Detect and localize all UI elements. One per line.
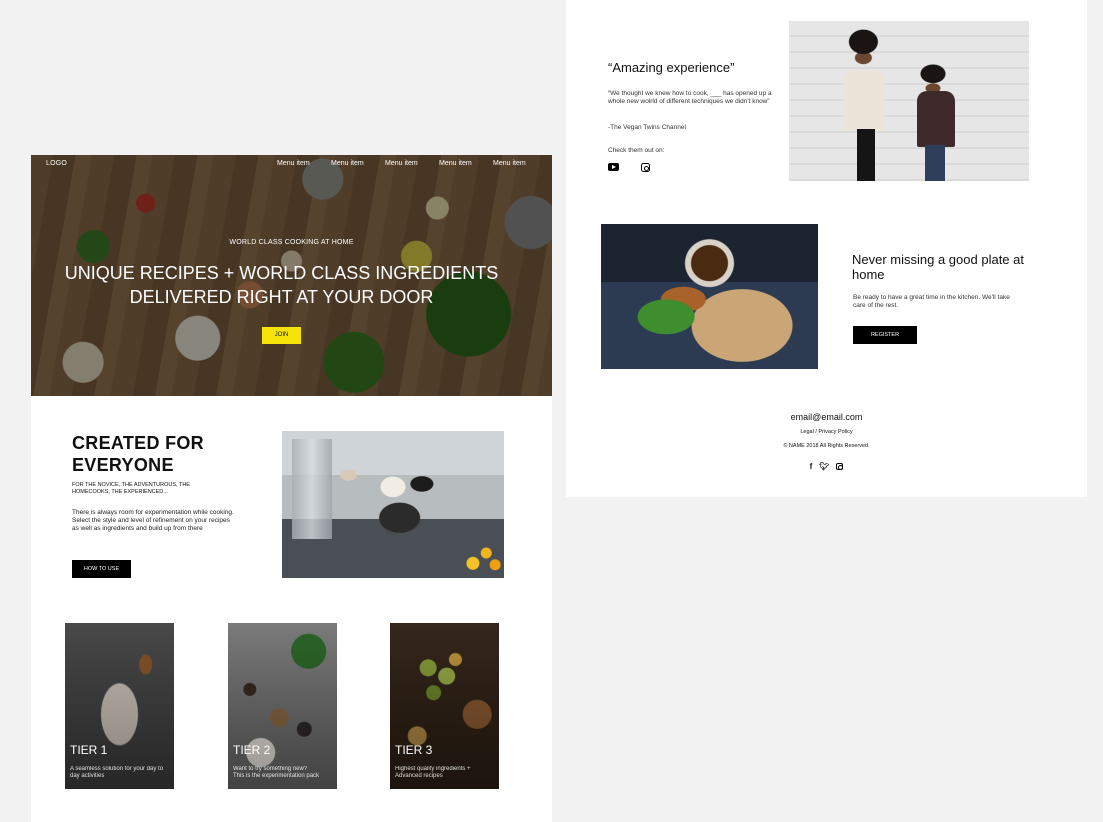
how-to-use-button[interactable]: HOW TO USE bbox=[72, 560, 131, 578]
twitter-icon[interactable]: 🐦︎ bbox=[819, 462, 829, 471]
footer-socials: f 🐦︎ bbox=[566, 462, 1087, 471]
created-title-line1: CREATED FOR bbox=[72, 433, 204, 453]
main-nav: Menu item Menu item Menu item Menu item … bbox=[277, 160, 547, 167]
tier-card-2[interactable]: TIER 2 Want to try something new? This i… bbox=[228, 623, 337, 789]
created-body: There is always room for experimentation… bbox=[72, 509, 234, 532]
instagram-icon[interactable] bbox=[836, 463, 844, 470]
legal-privacy-link[interactable]: Legal / Privacy Policy bbox=[566, 429, 1087, 435]
copyright: © NAME 2018 All Rights Reserved. bbox=[783, 443, 870, 449]
created-title-line2: EVERYONE bbox=[72, 455, 174, 475]
tier-description-line2: day activities bbox=[70, 773, 105, 779]
tier-title: TIER 1 bbox=[70, 743, 108, 757]
tier-description: Highest quality ingredients + Advanced r… bbox=[395, 766, 495, 780]
created-title: CREATED FOR EVERYONE bbox=[72, 432, 262, 476]
tier-title: TIER 3 bbox=[395, 743, 433, 757]
footer-email[interactable]: email@email.com bbox=[566, 412, 1087, 422]
tier-title: TIER 2 bbox=[233, 743, 271, 757]
check-them-out-label: Check them out on: bbox=[608, 147, 665, 154]
hero-headline-line1: UNIQUE RECIPES + WORLD CLASS INGREDIENTS bbox=[64, 263, 499, 283]
nav-item[interactable]: Menu item bbox=[277, 160, 331, 167]
nav-item[interactable]: Menu item bbox=[493, 160, 547, 167]
tier-description-line2: Advanced recipes bbox=[395, 773, 443, 779]
instagram-icon[interactable] bbox=[641, 163, 650, 172]
join-button[interactable]: JOIN bbox=[262, 327, 301, 344]
about-page: “Amazing experience” “We thought we knew… bbox=[566, 0, 1087, 497]
testimonial-author: -The Vegan Twins Channel bbox=[608, 124, 686, 131]
sandwich-coffee-photo bbox=[601, 224, 818, 369]
home-page: LOGO Menu item Menu item Menu item Menu … bbox=[31, 155, 552, 822]
youtube-icon[interactable] bbox=[608, 163, 619, 171]
nav-item[interactable]: Menu item bbox=[331, 160, 385, 167]
nav-item[interactable]: Menu item bbox=[439, 160, 493, 167]
hero-headline-line2: DELIVERED RIGHT AT YOUR DOOR bbox=[129, 287, 434, 307]
tier-description-line1: Highest quality ingredients + bbox=[395, 766, 471, 772]
testimonial-quote: “We thought we knew how to cook, ___ has… bbox=[608, 90, 772, 105]
person-figure bbox=[925, 145, 945, 181]
plate-body: Be ready to have a great time in the kit… bbox=[853, 294, 1010, 309]
kitchen-photo bbox=[282, 431, 504, 578]
nav-item[interactable]: Menu item bbox=[385, 160, 439, 167]
created-subtitle: FOR THE NOVICE, THE ADVENTUROUS, THE HOM… bbox=[72, 482, 190, 495]
facebook-icon[interactable]: f bbox=[810, 462, 813, 471]
hero-headline: UNIQUE RECIPES + WORLD CLASS INGREDIENTS… bbox=[31, 261, 532, 309]
tier-description: Want to try something new? This is the e… bbox=[233, 766, 333, 780]
register-button[interactable]: REGISTER bbox=[853, 326, 917, 344]
testimonial-title: “Amazing experience” bbox=[608, 60, 735, 75]
tier-description: A seamless solution for your day to day … bbox=[70, 766, 170, 780]
logo[interactable]: LOGO bbox=[46, 160, 67, 167]
hero-section: LOGO Menu item Menu item Menu item Menu … bbox=[31, 155, 552, 396]
person-figure bbox=[844, 71, 884, 131]
person-figure bbox=[857, 129, 875, 181]
tier-description-line2: This is the experimentation pack bbox=[233, 773, 320, 779]
plate-title: Never missing a good plate at home bbox=[852, 252, 1024, 282]
tier-card-1[interactable]: TIER 1 A seamless solution for your day … bbox=[65, 623, 174, 789]
tier-card-3[interactable]: TIER 3 Highest quality ingredients + Adv… bbox=[390, 623, 499, 789]
person-figure bbox=[917, 91, 955, 147]
hero-eyebrow: WORLD CLASS COOKING AT HOME bbox=[229, 239, 354, 246]
vegan-twins-photo bbox=[789, 21, 1029, 181]
tier-description-line1: A seamless solution for your day to bbox=[70, 766, 164, 772]
tier-description-line1: Want to try something new? bbox=[233, 766, 308, 772]
